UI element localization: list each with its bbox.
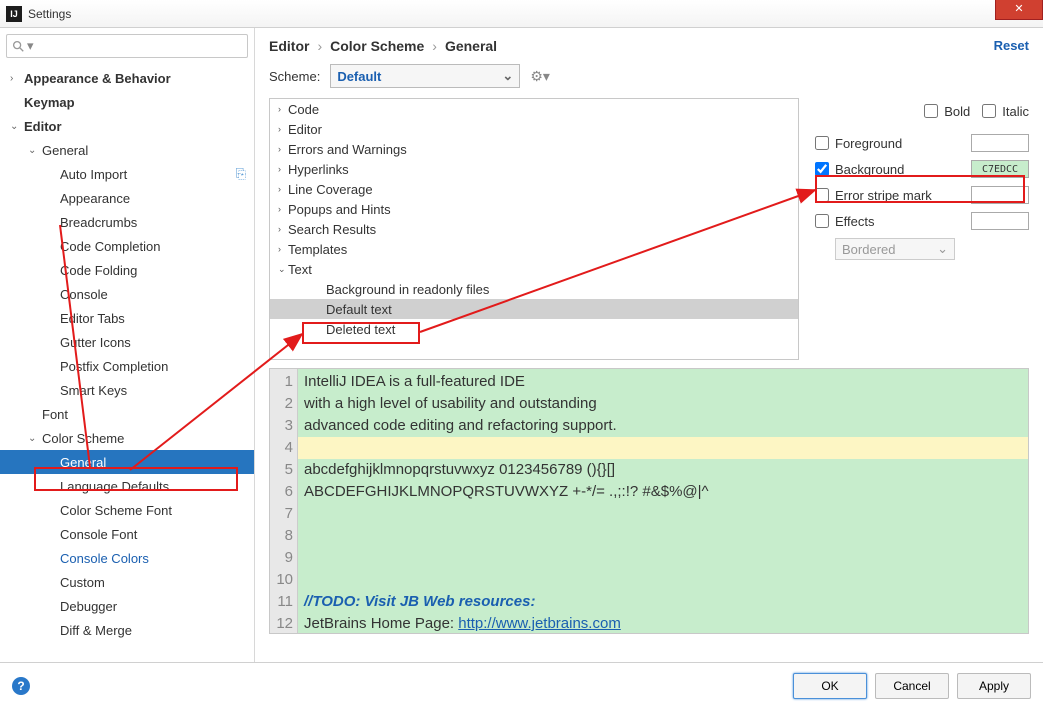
background-checkbox[interactable]: BackgroundC7EDCC xyxy=(815,156,1029,182)
preview-editor: 123456789101112 IntelliJ IDEA is a full-… xyxy=(269,368,1029,634)
sidebar-item[interactable]: Console Colors xyxy=(0,546,254,570)
attr-row[interactable]: ›Hyperlinks xyxy=(270,159,798,179)
sidebar-item[interactable]: Font xyxy=(0,402,254,426)
attr-row[interactable]: ›Popups and Hints xyxy=(270,199,798,219)
titlebar: IJ Settings xyxy=(0,0,1043,28)
foreground-checkbox[interactable]: Foreground xyxy=(815,130,1029,156)
settings-tree[interactable]: ›Appearance & BehaviorKeymap⌄Editor⌄Gene… xyxy=(0,64,254,662)
attr-row[interactable]: ›Code xyxy=(270,99,798,119)
right-panel: Editor› Color Scheme› General Reset Sche… xyxy=(255,28,1043,662)
sidebar-item[interactable]: Keymap xyxy=(0,90,254,114)
search-input[interactable]: ▾ xyxy=(6,34,248,58)
sidebar-item[interactable]: Appearance xyxy=(0,186,254,210)
help-icon[interactable]: ? xyxy=(12,677,30,695)
bottom-bar: ? OK Cancel Apply xyxy=(0,662,1043,708)
background-swatch: C7EDCC xyxy=(971,160,1029,178)
italic-checkbox[interactable]: Italic xyxy=(982,98,1029,124)
attr-row[interactable]: Deleted text xyxy=(270,319,798,339)
attr-row[interactable]: ⌄Text xyxy=(270,259,798,279)
ok-button[interactable]: OK xyxy=(793,673,867,699)
sidebar-item[interactable]: Breadcrumbs xyxy=(0,210,254,234)
breadcrumb: Editor› Color Scheme› General xyxy=(269,38,1029,54)
sidebar-item[interactable]: Language Defaults xyxy=(0,474,254,498)
sidebar-item[interactable]: General xyxy=(0,450,254,474)
sidebar-item[interactable]: Console xyxy=(0,282,254,306)
attr-row[interactable]: ›Line Coverage xyxy=(270,179,798,199)
errorstripe-checkbox[interactable]: Error stripe mark xyxy=(815,182,1029,208)
gutter: 123456789101112 xyxy=(270,369,298,633)
sidebar-item[interactable]: Editor Tabs xyxy=(0,306,254,330)
search-icon xyxy=(11,39,25,53)
sidebar-item[interactable]: Debugger xyxy=(0,594,254,618)
app-icon: IJ xyxy=(6,6,22,22)
apply-button[interactable]: Apply xyxy=(957,673,1031,699)
reset-link[interactable]: Reset xyxy=(994,38,1029,53)
attr-row[interactable]: ›Templates xyxy=(270,239,798,259)
attr-row[interactable]: ›Search Results xyxy=(270,219,798,239)
sidebar: ▾ ›Appearance & BehaviorKeymap⌄Editor⌄Ge… xyxy=(0,28,255,662)
sidebar-item[interactable]: ⌄General xyxy=(0,138,254,162)
sidebar-item[interactable]: Code Completion xyxy=(0,234,254,258)
bold-checkbox[interactable]: Bold xyxy=(924,98,970,124)
sidebar-item[interactable]: Diff & Merge xyxy=(0,618,254,642)
code-preview: IntelliJ IDEA is a full-featured IDE wit… xyxy=(298,369,1028,633)
gear-icon[interactable]: ⚙▾ xyxy=(530,68,550,85)
cancel-button[interactable]: Cancel xyxy=(875,673,949,699)
attr-row[interactable]: Background in readonly files xyxy=(270,279,798,299)
sidebar-item[interactable]: Custom xyxy=(0,570,254,594)
attr-row[interactable]: ›Errors and Warnings xyxy=(270,139,798,159)
effects-select[interactable]: Bordered⌄ xyxy=(835,238,955,260)
sidebar-item[interactable]: ⌄Color Scheme xyxy=(0,426,254,450)
sidebar-item[interactable]: Gutter Icons xyxy=(0,330,254,354)
sidebar-item[interactable]: Postfix Completion xyxy=(0,354,254,378)
attr-row[interactable]: Default text xyxy=(270,299,798,319)
sidebar-item[interactable]: Code Folding xyxy=(0,258,254,282)
sidebar-item[interactable]: ›Appearance & Behavior xyxy=(0,66,254,90)
window-title: Settings xyxy=(28,7,71,21)
sidebar-item[interactable]: ⌄Editor xyxy=(0,114,254,138)
attribute-tree[interactable]: ›Code›Editor›Errors and Warnings›Hyperli… xyxy=(269,98,799,360)
sidebar-item[interactable]: Auto Import⎘ xyxy=(0,162,254,186)
sidebar-item[interactable]: Smart Keys xyxy=(0,378,254,402)
sidebar-item[interactable]: Console Font xyxy=(0,522,254,546)
scheme-select[interactable]: Default⌄ xyxy=(330,64,520,88)
attr-row[interactable]: ›Editor xyxy=(270,119,798,139)
close-button[interactable]: ✕ xyxy=(995,0,1043,20)
attribute-props: Bold Italic Foreground BackgroundC7EDCC … xyxy=(809,98,1029,360)
scheme-label: Scheme: xyxy=(269,69,320,84)
sidebar-item[interactable]: Color Scheme Font xyxy=(0,498,254,522)
effects-checkbox[interactable]: Effects xyxy=(815,208,1029,234)
